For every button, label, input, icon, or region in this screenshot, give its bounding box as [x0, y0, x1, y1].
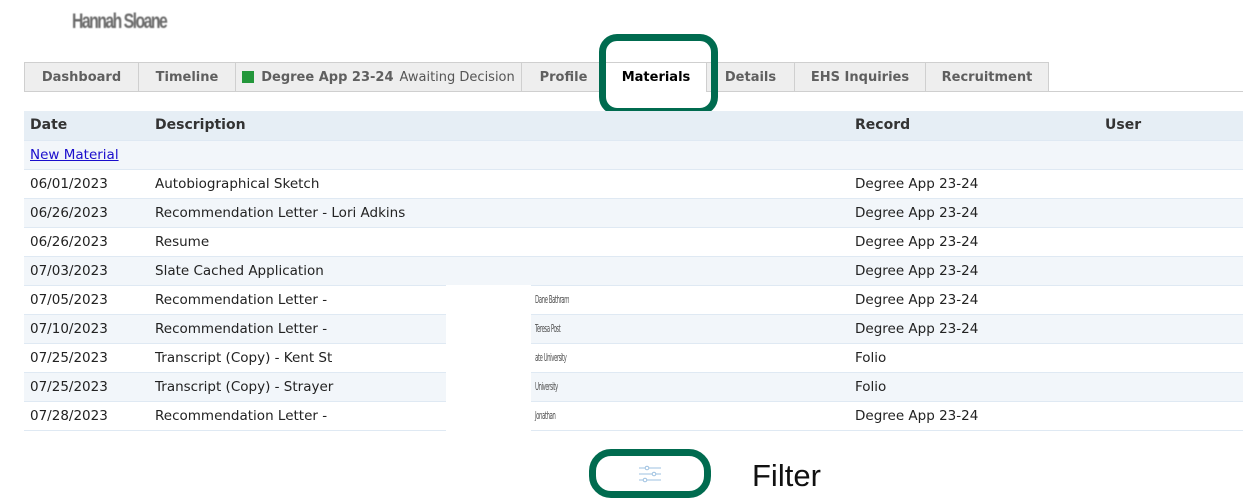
description-text: Recommendation Letter -	[155, 407, 328, 424]
redaction-box	[446, 284, 531, 315]
material-record: Folio	[849, 371, 1099, 401]
tab-label: Materials	[621, 70, 691, 85]
table-row[interactable]: 07/25/2023 Transcript (Copy) - Kent St ate…	[24, 342, 1243, 373]
tab-degree-app[interactable]: Degree App 23-24 Awaiting Decision	[235, 62, 521, 92]
description-text: Resume	[155, 233, 210, 250]
material-record: Degree App 23-24	[849, 197, 1099, 227]
column-header-user[interactable]: User	[1099, 111, 1243, 140]
material-user	[1099, 255, 1243, 285]
material-record: Degree App 23-24	[849, 313, 1099, 343]
column-header-date[interactable]: Date	[24, 111, 149, 140]
table-row[interactable]: 06/01/2023 Autobiographical Sketch Degree …	[24, 168, 1243, 198]
table-row[interactable]: 07/28/2023 Recommendation Letter - Jonatha…	[24, 400, 1243, 431]
tab-details[interactable]: Details	[706, 62, 794, 92]
tab-label: Details	[724, 69, 777, 85]
material-user	[1099, 342, 1243, 372]
material-date: 07/25/2023	[24, 371, 149, 401]
empty-cell	[1099, 139, 1243, 169]
filter-label: Filter	[752, 458, 821, 493]
description-text: Transcript (Copy) - Strayer	[155, 378, 334, 395]
material-user	[1099, 197, 1243, 227]
description-tail: Teresa Post	[535, 321, 561, 335]
new-material-link[interactable]: New Material	[30, 147, 119, 163]
new-material-row: New Material	[24, 139, 1243, 169]
tab-label: Timeline	[155, 69, 219, 85]
material-description: Transcript (Copy) - Strayer University	[149, 371, 849, 402]
material-description: Recommendation Letter - Dane Bathram	[149, 284, 849, 315]
redaction-box	[446, 400, 531, 431]
tab-materials[interactable]: Materials	[605, 62, 706, 93]
material-date: 07/05/2023	[24, 284, 149, 314]
material-user	[1099, 313, 1243, 343]
tab-timeline[interactable]: Timeline	[138, 62, 235, 92]
material-date: 06/26/2023	[24, 197, 149, 227]
material-description: Autobiographical Sketch	[149, 168, 849, 198]
application-status: Awaiting Decision	[399, 69, 515, 85]
description-tail: ate University	[535, 350, 567, 364]
tab-ehs-inquiries[interactable]: EHS Inquiries	[794, 62, 925, 92]
table-row[interactable]: 07/25/2023 Transcript (Copy) - Strayer Uni…	[24, 371, 1243, 402]
tab-label: Degree App 23-24	[261, 69, 394, 85]
material-record: Degree App 23-24	[849, 255, 1099, 285]
status-indicator-icon	[242, 71, 255, 83]
material-record: Degree App 23-24	[849, 284, 1099, 314]
table-row[interactable]: 07/10/2023 Recommendation Letter - Teresa …	[24, 313, 1243, 344]
column-header-description[interactable]: Description	[149, 111, 849, 140]
material-record: Degree App 23-24	[849, 168, 1099, 198]
material-user	[1099, 371, 1243, 401]
materials-table: Date Description Record User New Materia…	[24, 111, 1243, 431]
description-text: Transcript (Copy) - Kent St	[155, 349, 333, 366]
material-description: Recommendation Letter - Lori Adkins	[149, 197, 849, 227]
filter-button[interactable]	[589, 449, 711, 498]
description-text: Slate Cached Application	[155, 262, 324, 279]
tab-recruitment[interactable]: Recruitment	[925, 62, 1049, 92]
material-description: Recommendation Letter - Teresa Post	[149, 313, 849, 344]
material-date: 07/25/2023	[24, 342, 149, 372]
table-row[interactable]: 07/03/2023 Slate Cached Application Degree…	[24, 255, 1243, 285]
tab-label: Recruitment	[941, 69, 1033, 85]
material-date: 07/03/2023	[24, 255, 149, 285]
person-name: Hannah Sloane	[72, 10, 168, 33]
material-description: Recommendation Letter - Jonathan	[149, 400, 849, 431]
tab-label: EHS Inquiries	[810, 69, 910, 85]
material-date: 07/28/2023	[24, 400, 149, 431]
tab-label: Profile	[539, 69, 588, 85]
material-record: Folio	[849, 342, 1099, 372]
redaction-box	[446, 313, 531, 344]
table-row[interactable]: 06/26/2023 Resume Degree App 23-24	[24, 226, 1243, 256]
material-user	[1099, 400, 1243, 431]
description-tail: University	[535, 379, 558, 393]
tab-bar: Dashboard Timeline Degree App 23-24 Awai…	[24, 62, 1243, 93]
table-row[interactable]: 06/26/2023 Recommendation Letter - Lori A…	[24, 197, 1243, 227]
tab-profile[interactable]: Profile	[521, 62, 605, 92]
material-description: Slate Cached Application	[149, 255, 849, 285]
material-user	[1099, 168, 1243, 198]
description-text: Recommendation Letter -	[155, 291, 328, 308]
description-text: Recommendation Letter -	[155, 320, 328, 337]
material-date: 06/26/2023	[24, 226, 149, 256]
material-date: 07/10/2023	[24, 313, 149, 343]
description-text: Autobiographical Sketch	[155, 175, 320, 192]
material-user	[1099, 284, 1243, 314]
redaction-box	[446, 371, 531, 402]
description-tail: Jonathan	[535, 408, 556, 422]
material-record: Degree App 23-24	[849, 226, 1099, 256]
empty-cell	[149, 139, 849, 169]
material-description: Resume	[149, 226, 849, 256]
table-row[interactable]: 07/05/2023 Recommendation Letter - Dane Ba…	[24, 284, 1243, 315]
material-record: Degree App 23-24	[849, 400, 1099, 431]
table-header-row: Date Description Record User	[24, 111, 1243, 140]
description-tail: Dane Bathram	[535, 292, 570, 306]
tab-dashboard[interactable]: Dashboard	[24, 62, 138, 92]
material-user	[1099, 226, 1243, 256]
redaction-box	[446, 342, 531, 373]
sliders-icon	[639, 465, 661, 482]
material-date: 06/01/2023	[24, 168, 149, 198]
material-description: Transcript (Copy) - Kent St ate Universit…	[149, 342, 849, 373]
description-text: Recommendation Letter - Lori Adkins	[155, 204, 406, 221]
tab-label: Dashboard	[41, 69, 122, 85]
column-header-record[interactable]: Record	[849, 111, 1099, 140]
empty-cell	[849, 139, 1099, 169]
